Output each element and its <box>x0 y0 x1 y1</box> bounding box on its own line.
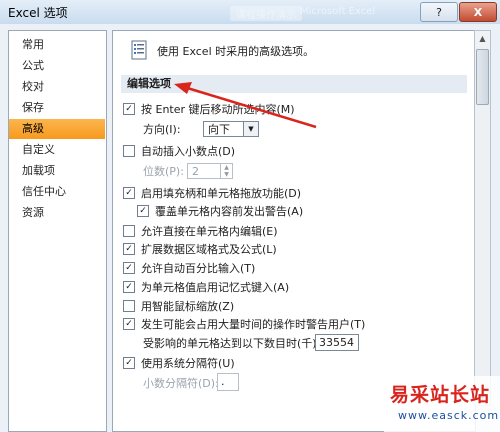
help-button[interactable]: ? <box>420 2 458 22</box>
watermark-url: www.easck.com <box>398 409 500 422</box>
title-bar: Excel 选项 课程操作演示 Microsoft Excel ? X <box>0 0 500 25</box>
vertical-scrollbar[interactable]: ▲ ▼ <box>474 30 491 406</box>
checkbox-unchecked[interactable] <box>123 145 135 157</box>
direction-label: 方向(I): <box>143 123 181 136</box>
option-edit-in-cell[interactable]: 允许直接在单元格内编辑(E) <box>123 223 278 239</box>
sidebar-item-advanced[interactable]: 高级 <box>9 119 105 139</box>
chevron-down-icon: ▼ <box>243 122 258 136</box>
checkbox-unchecked[interactable] <box>123 300 135 312</box>
option-system-separators[interactable]: ✓ 使用系统分隔符(U) <box>123 355 235 371</box>
checkbox-checked[interactable]: ✓ <box>123 262 135 274</box>
option-alert-slow-operation[interactable]: ✓ 发生可能会占用大量时间的操作时警告用户(T) <box>123 316 365 332</box>
sidebar-item-proofing[interactable]: 校对 <box>9 77 105 97</box>
spinner-arrows-icon: ▲ ▼ <box>220 164 232 178</box>
checkbox-checked[interactable]: ✓ <box>137 205 149 217</box>
background-window-title: 课程操作演示 <box>230 6 302 21</box>
cells-threshold-label: 受影响的单元格达到以下数目时(千)(U): <box>143 337 337 350</box>
option-auto-percent[interactable]: ✓ 允许自动百分比输入(T) <box>123 260 255 276</box>
sidebar-nav: 常用 公式 校对 保存 高级 自定义 加载项 信任中心 资源 <box>8 30 107 432</box>
advanced-options-icon <box>131 40 147 60</box>
checkbox-checked[interactable]: ✓ <box>123 243 135 255</box>
pane-header: 使用 Excel 时采用的高级选项。 <box>157 45 315 58</box>
option-extend-formats[interactable]: ✓ 扩展数据区域格式及公式(L) <box>123 241 277 257</box>
option-autocomplete[interactable]: ✓ 为单元格值启用记忆式键入(A) <box>123 279 289 295</box>
decimal-separator-input[interactable]: . <box>217 373 239 391</box>
checkbox-checked[interactable]: ✓ <box>123 357 135 369</box>
decimal-places-label: 位数(P): <box>143 165 184 178</box>
sidebar-item-addins[interactable]: 加载项 <box>9 161 105 181</box>
checkbox-checked[interactable]: ✓ <box>123 187 135 199</box>
dialog-body: 常用 公式 校对 保存 高级 自定义 加载项 信任中心 资源 使用 Excel … <box>0 24 500 432</box>
watermark: 易采站长站 www.easck.com <box>384 376 500 432</box>
option-intellimouse-zoom[interactable]: 用智能鼠标缩放(Z) <box>123 298 234 314</box>
option-move-after-enter[interactable]: ✓ 按 Enter 键后移动所选内容(M) <box>123 101 295 117</box>
checkbox-unchecked[interactable] <box>123 225 135 237</box>
sidebar-item-popular[interactable]: 常用 <box>9 35 105 55</box>
option-fill-handle[interactable]: ✓ 启用填充柄和单元格拖放功能(D) <box>123 185 301 201</box>
checkbox-checked[interactable]: ✓ <box>123 103 135 115</box>
cells-threshold-row: 受影响的单元格达到以下数目时(千)(U): 33554 <box>143 334 463 351</box>
direction-select[interactable]: 向下 ▼ <box>203 121 259 137</box>
watermark-title: 易采站长站 <box>390 384 491 406</box>
window-title: Excel 选项 <box>8 6 68 20</box>
sidebar-item-resources[interactable]: 资源 <box>9 203 105 223</box>
cells-threshold-input[interactable]: 33554 <box>315 334 359 351</box>
checkbox-checked[interactable]: ✓ <box>123 318 135 330</box>
decimal-places-spinner[interactable]: 2 ▲ ▼ <box>187 163 233 179</box>
section-editing-options: 编辑选项 <box>121 75 467 93</box>
sidebar-item-save[interactable]: 保存 <box>9 98 105 118</box>
decimal-separator-label: 小数分隔符(D): <box>143 377 219 390</box>
option-overwrite-alert[interactable]: ✓ 覆盖单元格内容前发出警告(A) <box>137 203 303 219</box>
direction-row: 方向(I): 向下 ▼ <box>143 121 273 137</box>
scroll-thumb[interactable] <box>476 49 489 105</box>
checkbox-checked[interactable]: ✓ <box>123 281 135 293</box>
sidebar-item-trust-center[interactable]: 信任中心 <box>9 182 105 202</box>
close-button[interactable]: X <box>459 2 497 22</box>
background-app-title: Microsoft Excel <box>300 6 376 17</box>
sidebar-item-formulas[interactable]: 公式 <box>9 56 105 76</box>
decimal-places-row: 位数(P): 2 ▲ ▼ <box>143 163 283 179</box>
options-pane: 使用 Excel 时采用的高级选项。 编辑选项 ✓ 按 Enter 键后移动所选… <box>112 30 476 432</box>
option-auto-decimal[interactable]: 自动插入小数点(D) <box>123 143 235 159</box>
sidebar-item-customize[interactable]: 自定义 <box>9 140 105 160</box>
scroll-up-icon[interactable]: ▲ <box>475 31 490 47</box>
decimal-separator-row: 小数分隔符(D): . <box>143 373 283 391</box>
